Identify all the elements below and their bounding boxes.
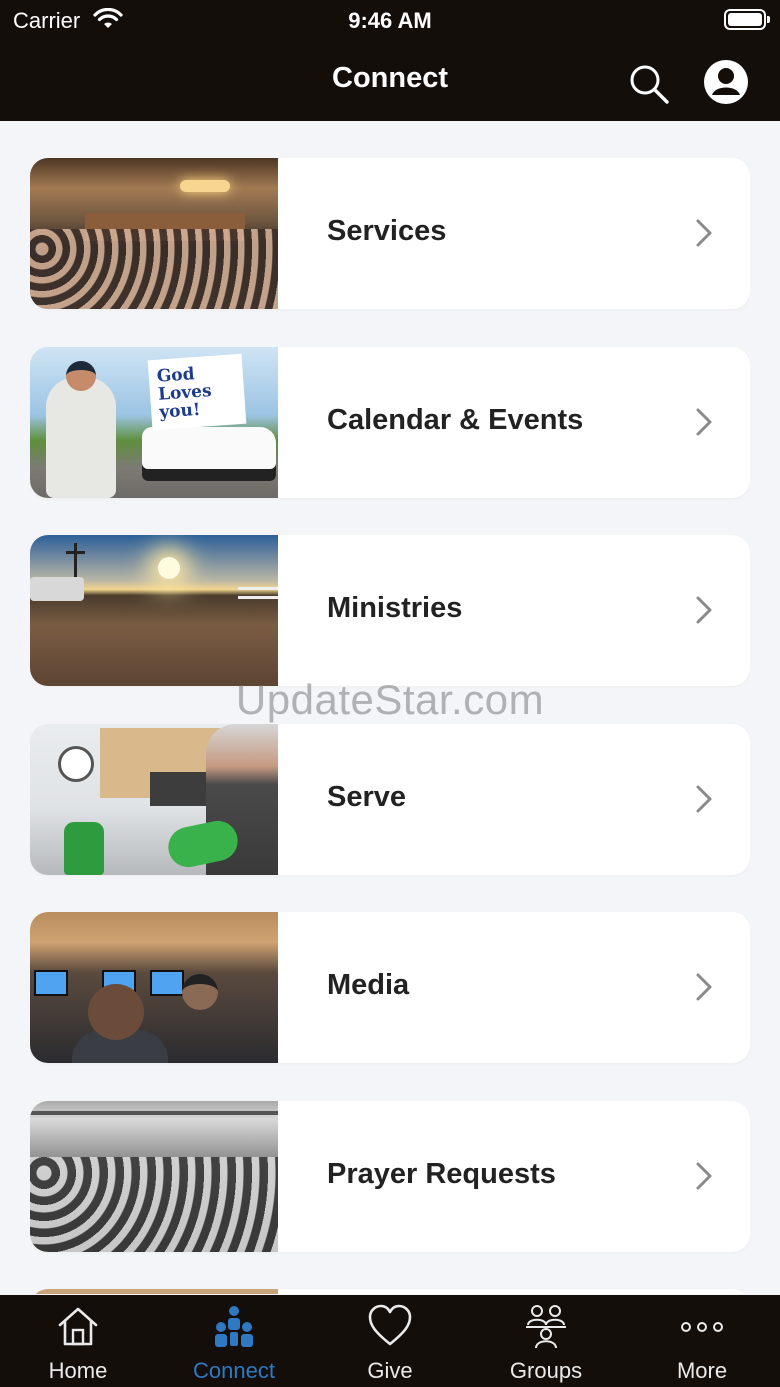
tab-label: Give	[367, 1358, 413, 1383]
tab-label: Connect	[193, 1358, 275, 1383]
list-item-label: Calendar & Events	[327, 404, 584, 436]
tab-home[interactable]: Home	[0, 1295, 156, 1387]
services-thumbnail	[30, 158, 278, 309]
chevron-right-icon	[696, 973, 712, 1001]
tab-bar: Home Connect Give Groups More	[0, 1295, 780, 1387]
list-item-partial[interactable]	[30, 1289, 750, 1294]
chevron-right-icon	[696, 785, 712, 813]
chevron-right-icon	[696, 596, 712, 624]
navigation-bar: Connect	[0, 40, 780, 121]
tab-groups[interactable]: Groups	[468, 1295, 624, 1387]
tab-label: More	[676, 1358, 728, 1383]
tab-label: Groups	[509, 1358, 583, 1383]
status-bar: Carrier 9:46 AM	[0, 0, 780, 40]
sign-text: God Loves you!	[156, 364, 213, 423]
chevron-right-icon	[696, 408, 712, 436]
list-item-label: Serve	[327, 781, 407, 813]
more-icon	[681, 1322, 723, 1332]
media-thumbnail	[30, 912, 278, 1063]
chevron-right-icon	[696, 1162, 712, 1190]
list-item-label: Media	[327, 969, 410, 1001]
list-item-label: Prayer Requests	[327, 1158, 556, 1190]
connect-icon	[215, 1306, 253, 1347]
calendar-thumbnail: God Loves you!	[30, 347, 278, 498]
ministries-thumbnail	[30, 535, 278, 686]
chevron-right-icon	[696, 219, 712, 247]
list-item-prayer-requests[interactable]: Prayer Requests	[30, 1101, 750, 1252]
account-icon[interactable]	[703, 59, 749, 105]
list-item-calendar-events[interactable]: God Loves you! Calendar & Events	[30, 347, 750, 498]
battery-icon	[724, 9, 770, 30]
search-icon[interactable]	[627, 62, 671, 106]
list-item-serve[interactable]: Serve	[30, 724, 750, 875]
list-item-services[interactable]: Services	[30, 158, 750, 309]
list-item-media[interactable]: Media	[30, 912, 750, 1063]
tab-give[interactable]: Give	[312, 1295, 468, 1387]
partial-thumbnail	[30, 1289, 278, 1294]
list-item-ministries[interactable]: Ministries	[30, 535, 750, 686]
list-item-label: Services	[327, 215, 447, 247]
status-time: 9:46 AM	[348, 8, 432, 33]
groups-icon	[526, 1305, 566, 1349]
serve-thumbnail	[30, 724, 278, 875]
list-item-label: Ministries	[327, 592, 463, 624]
tab-more[interactable]: More	[624, 1295, 780, 1387]
home-icon	[58, 1307, 98, 1346]
connect-list: Services God Loves you! Calendar & Event…	[30, 158, 750, 1294]
heart-icon	[368, 1304, 412, 1346]
tab-label: Home	[48, 1358, 108, 1383]
tab-connect[interactable]: Connect	[156, 1295, 312, 1387]
prayer-thumbnail	[30, 1101, 278, 1252]
